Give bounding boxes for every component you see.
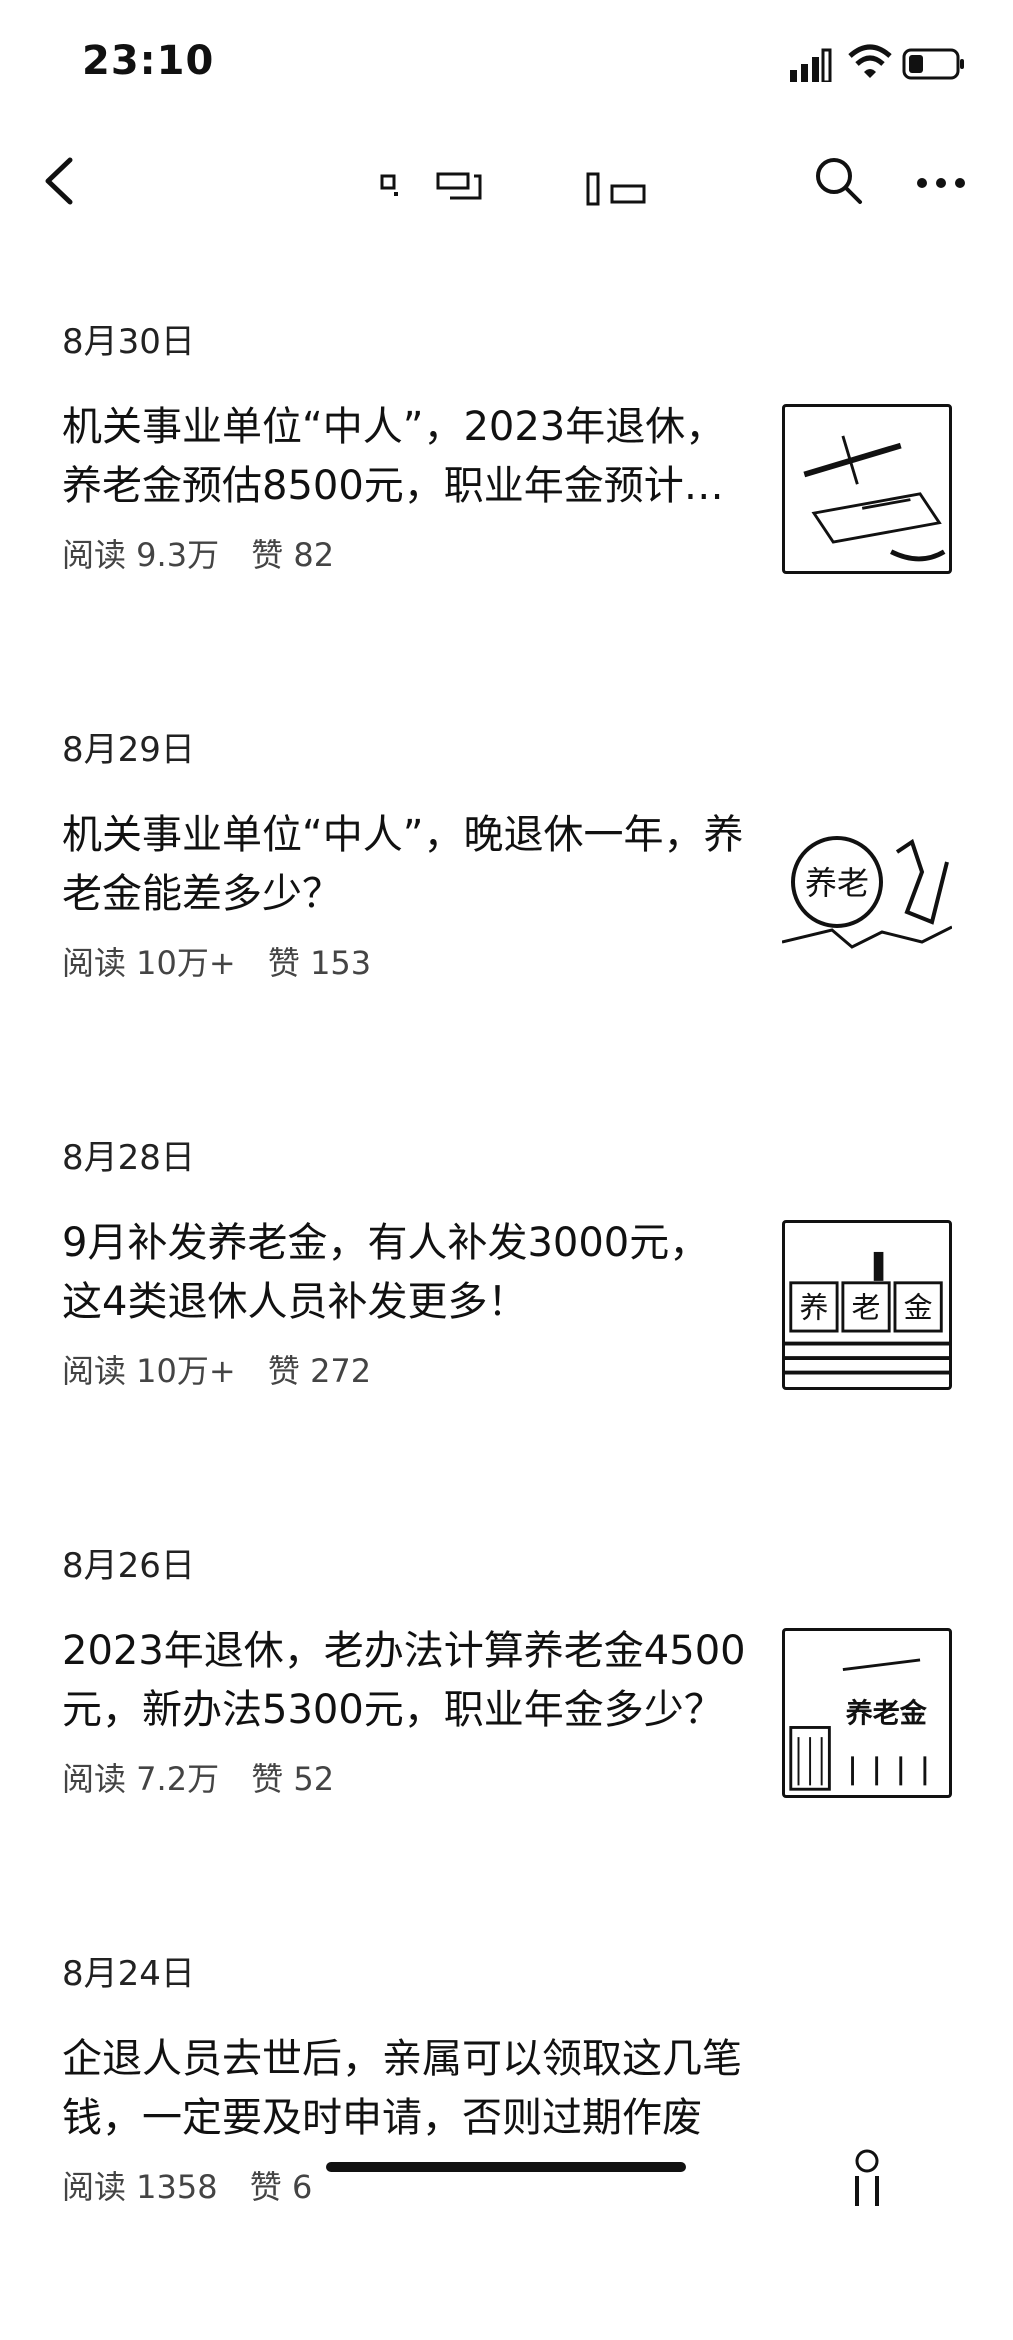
thumb-text: 养 — [799, 1291, 828, 1325]
article-title[interactable]: 机关事业单位“中人”，晚退休一年，养老金能差多少？ — [62, 806, 747, 924]
article-title[interactable]: 企退人员去世后，亲属可以领取这几笔钱，一定要及时申请，否则过期作废 — [62, 2030, 747, 2148]
article-date: 8月30日 — [62, 322, 195, 362]
status-bar: 23:10 — [0, 0, 1013, 120]
article-title[interactable]: 2023年退休，老办法计算养老金4500元，新办法5300元，职业年金多少？ — [62, 1622, 747, 1740]
article-date: 8月28日 — [62, 1138, 195, 1178]
article-date: 8月26日 — [62, 1546, 195, 1586]
article-title[interactable]: 机关事业单位“中人”，2023年退休，养老金预估8500元，职业年金预计多少？ — [62, 398, 747, 516]
article-title[interactable]: 9月补发养老金，有人补发3000元，这4类退休人员补发更多！ — [62, 1214, 747, 1332]
thumb-text: 养老金 — [846, 1698, 928, 1730]
article-list: 8月30日 机关事业单位“中人”，2023年退休，养老金预估8500元，职业年金… — [0, 300, 1013, 2340]
nav-bar — [0, 130, 1013, 230]
search-icon[interactable] — [812, 154, 864, 206]
article-item[interactable]: 8月26日 2023年退休，老办法计算养老金4500元，新办法5300元，职业年… — [0, 1524, 1013, 1932]
article-date: 8月29日 — [62, 730, 195, 770]
read-count: 阅读 1358 — [62, 2168, 218, 2206]
article-thumbnail[interactable] — [782, 404, 952, 574]
pension-blocks-illustration: 养 老 金 — [785, 1251, 949, 1375]
more-options-icon[interactable] — [915, 176, 967, 190]
thumb-text: 养老 — [805, 864, 869, 902]
article-meta: 阅读 7.2万 赞 52 — [62, 1754, 356, 1800]
article-item[interactable]: 8月30日 机关事业单位“中人”，2023年退休，养老金预估8500元，职业年金… — [0, 300, 1013, 708]
read-count: 阅读 9.3万 — [62, 536, 220, 574]
thumb-text: 金 — [904, 1291, 933, 1325]
like-count: 赞 52 — [251, 1760, 335, 1798]
battery-icon — [902, 48, 964, 80]
article-thumbnail[interactable]: 养老金 — [782, 1628, 952, 1798]
read-count: 阅读 7.2万 — [62, 1760, 220, 1798]
article-meta: 阅读 10万+ 赞 153 — [62, 938, 393, 984]
pension-stamp-illustration: 养老 — [782, 836, 952, 949]
article-meta: 阅读 1358 赞 6 — [62, 2162, 334, 2208]
back-chevron-icon[interactable] — [40, 156, 80, 206]
like-count: 赞 153 — [267, 944, 372, 982]
article-meta: 阅读 10万+ 赞 272 — [62, 1346, 393, 1392]
article-thumbnail[interactable]: 养老 — [782, 812, 952, 982]
article-thumbnail[interactable]: 养 老 金 — [782, 1220, 952, 1390]
like-count: 赞 272 — [267, 1352, 372, 1390]
article-date: 8月24日 — [62, 1954, 195, 1994]
like-count: 赞 6 — [249, 2168, 313, 2206]
pension-building-illustration: 养老金 — [789, 1658, 928, 1791]
status-time: 23:10 — [82, 38, 215, 84]
article-item[interactable]: 8月29日 机关事业单位“中人”，晚退休一年，养老金能差多少？ 阅读 10万+ … — [0, 708, 1013, 1116]
pen-document-illustration — [803, 435, 946, 562]
article-item[interactable]: 8月24日 企退人员去世后，亲属可以领取这几笔钱，一定要及时申请，否则过期作废 … — [0, 1932, 1013, 2340]
article-item[interactable]: 8月28日 9月补发养老金，有人补发3000元，这4类退休人员补发更多！ 阅读 … — [0, 1116, 1013, 1524]
article-thumbnail[interactable] — [782, 2036, 952, 2206]
article-meta: 阅读 9.3万 赞 82 — [62, 530, 356, 576]
wifi-icon — [848, 44, 892, 78]
read-count: 阅读 10万+ — [62, 944, 236, 982]
read-count: 阅读 10万+ — [62, 1352, 236, 1390]
like-count: 赞 82 — [251, 536, 335, 574]
nav-title-obscured-icon — [380, 172, 646, 206]
thumb-text: 老 — [852, 1291, 881, 1325]
home-indicator[interactable] — [326, 2162, 686, 2172]
figure-illustration — [855, 2149, 879, 2206]
cellular-signal-icon — [790, 48, 832, 82]
